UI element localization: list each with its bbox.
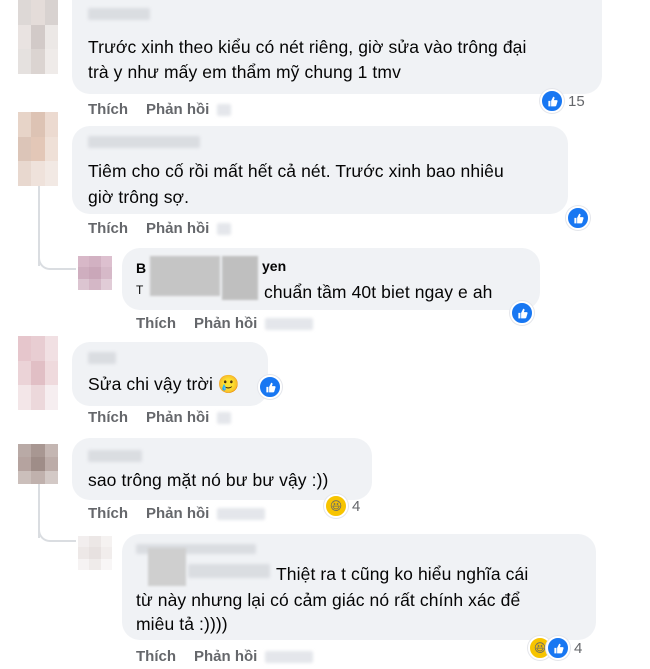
like-button[interactable]: Thích <box>88 505 128 522</box>
comment-text-line: chuẩn tầm 40t biet ngay e ah <box>264 282 493 302</box>
reply-button[interactable]: Phản hồi <box>194 648 257 665</box>
reaction-count: 4 <box>574 639 583 657</box>
like-button[interactable]: Thích <box>88 220 128 237</box>
thread-connector <box>38 520 76 542</box>
avatar[interactable] <box>18 0 58 74</box>
comment-text-line: từ này nhưng lại có cảm giác nó rất chín… <box>136 590 521 610</box>
comment-actions: Thích Phản hồi <box>88 220 249 237</box>
like-reaction-icon <box>540 89 564 113</box>
like-button[interactable]: Thích <box>136 648 176 665</box>
comment-text-line: Thiệt ra t cũng ko hiểu nghĩa cái <box>276 564 529 584</box>
avatar[interactable] <box>18 336 58 410</box>
avatar[interactable] <box>18 444 58 484</box>
comment-text-prefix: T <box>136 283 144 297</box>
reaction-summary[interactable]: 😆 4 <box>528 636 582 660</box>
like-reaction-icon <box>566 206 590 230</box>
author-name-suffix[interactable]: yen <box>262 258 286 274</box>
reaction-count: 15 <box>568 92 585 110</box>
like-button[interactable]: Thích <box>88 101 128 118</box>
reply-button[interactable]: Phản hồi <box>146 505 209 522</box>
reaction-summary[interactable]: 15 <box>540 89 585 113</box>
haha-reaction-icon: 😆 <box>324 494 348 518</box>
avatar[interactable] <box>78 536 112 570</box>
blurred-timestamp <box>217 412 232 425</box>
blurred-author-name <box>88 136 200 148</box>
blurred-timestamp <box>217 223 232 236</box>
blurred-timestamp <box>217 508 266 521</box>
blurred-timestamp <box>265 651 314 664</box>
reply-button[interactable]: Phản hồi <box>146 220 209 237</box>
comment-actions: Thích Phản hồi <box>136 315 331 332</box>
like-button[interactable]: Thích <box>88 409 128 426</box>
comment-text-line: Tiêm cho cố rồi mất hết cả nét. Trước xi… <box>88 161 504 181</box>
blurred-author-name <box>88 352 116 364</box>
comment-actions: Thích Phản hồi <box>88 101 249 118</box>
blurred-author-name <box>88 8 150 20</box>
comment-text-line: Trước xinh theo kiểu có nét riêng, giờ s… <box>88 37 527 57</box>
reaction-summary[interactable]: 😆 4 <box>324 494 360 518</box>
blurred-timestamp <box>265 318 314 331</box>
comment-actions: Thích Phản hồi <box>88 505 283 522</box>
thread-connector <box>38 248 76 270</box>
blurred-name-block <box>150 256 220 296</box>
comment-text-line: sao trông mặt nó bư bư vậy :)) <box>88 470 329 490</box>
comment-actions: Thích Phản hồi <box>136 648 331 665</box>
avatar[interactable] <box>18 112 58 186</box>
blurred-author-name <box>88 450 142 462</box>
comment-text-line: miêu tả :)))) <box>136 614 228 634</box>
reply-button[interactable]: Phản hồi <box>146 409 209 426</box>
blurred-name-block <box>148 548 186 586</box>
like-reaction-icon <box>510 301 534 325</box>
blurred-tag <box>188 564 270 578</box>
comment-actions: Thích Phản hồi <box>88 409 249 426</box>
avatar[interactable] <box>78 256 112 290</box>
reply-button[interactable]: Phản hồi <box>146 101 209 118</box>
like-reaction-icon <box>546 636 570 660</box>
blurred-timestamp <box>217 104 232 117</box>
reaction-summary[interactable] <box>566 206 590 230</box>
author-name-prefix[interactable]: B <box>136 260 146 276</box>
reaction-summary[interactable] <box>510 301 534 325</box>
reaction-summary[interactable] <box>258 375 282 399</box>
like-button[interactable]: Thích <box>136 315 176 332</box>
reply-button[interactable]: Phản hồi <box>194 315 257 332</box>
comment-text-line: trà y như mấy em thẩm mỹ chung 1 tmv <box>88 62 401 82</box>
like-reaction-icon <box>258 375 282 399</box>
blurred-name-block <box>222 256 258 300</box>
comment-text-line: giờ trông sợ. <box>88 187 190 207</box>
reaction-count: 4 <box>352 497 361 515</box>
comment-text-line: Sửa chi vậy trời 🥲 <box>88 374 240 394</box>
